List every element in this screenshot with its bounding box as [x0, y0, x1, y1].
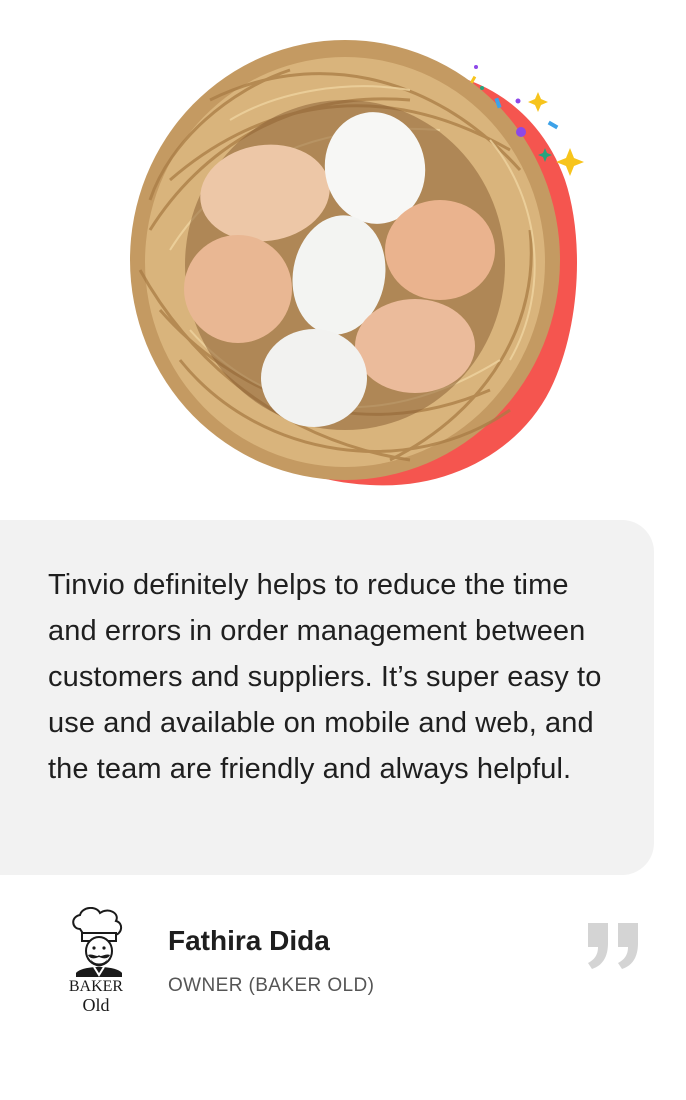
testimonial-author: BAKER Old Fathira Dida OWNER (BAKER OLD): [0, 895, 686, 1025]
egg-nest-image: [110, 30, 600, 500]
author-name: Fathira Dida: [168, 925, 330, 956]
testimonial-quote: Tinvio definitely helps to reduce the ti…: [48, 569, 602, 785]
author-role: OWNER (BAKER OLD): [168, 975, 375, 996]
logo-text-line1: BAKER: [69, 978, 124, 995]
testimonial-card: Tinvio definitely helps to reduce the ti…: [0, 520, 654, 875]
logo-text-line2: Old: [83, 995, 110, 1015]
baker-chef-logo: BAKER Old: [50, 907, 142, 1017]
closing-quote-icon: [586, 921, 642, 971]
